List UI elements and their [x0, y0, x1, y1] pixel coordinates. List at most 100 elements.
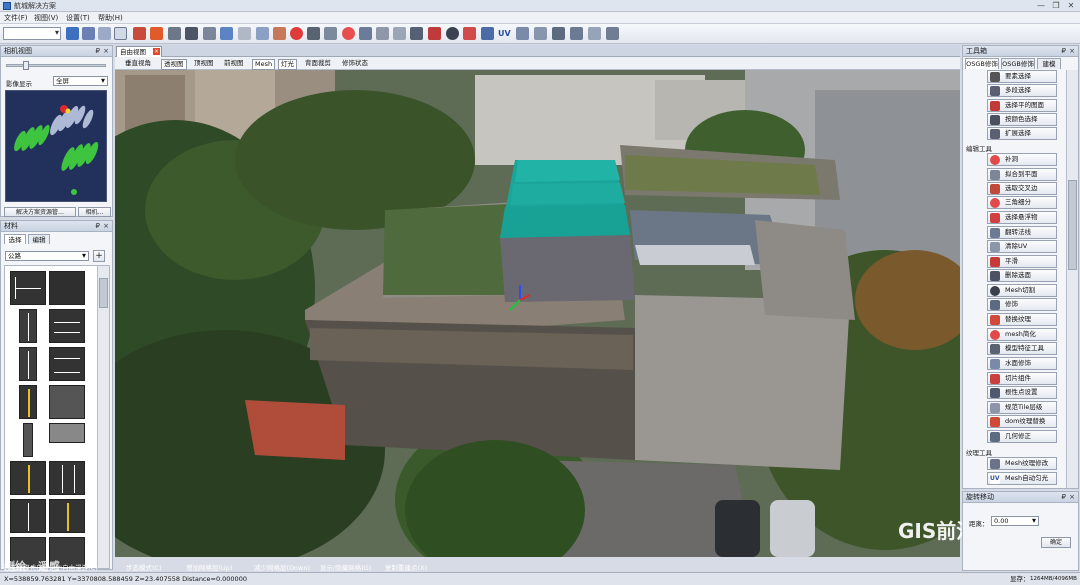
tab-free-view[interactable]: 自由视图 × [116, 46, 162, 57]
material-tile[interactable] [49, 309, 85, 343]
tab-vertical-view[interactable]: 垂直视角 [123, 59, 153, 68]
slider-thumb[interactable] [23, 61, 29, 70]
material-tile[interactable] [49, 347, 85, 381]
menu-help[interactable]: 帮助(H) [98, 13, 123, 23]
cursor-icon[interactable] [220, 27, 233, 40]
close-button[interactable]: ✕ [1064, 0, 1078, 12]
tool-water-repair[interactable]: 水面修饰 [987, 357, 1057, 370]
tab-mesh[interactable]: Mesh [252, 59, 276, 70]
distance-input[interactable]: 0.00 [991, 516, 1039, 526]
link-icon[interactable] [376, 27, 389, 40]
material-category-select[interactable]: 公路 [5, 251, 89, 261]
solution-explorer-tab[interactable]: 解决方案资源管… [4, 207, 76, 217]
document-icon[interactable] [588, 27, 601, 40]
tool-fit-plane[interactable]: 拟合到平面 [987, 168, 1057, 181]
tab-top-view[interactable]: 顶视图 [192, 59, 216, 68]
material-tile[interactable] [23, 423, 33, 457]
tab-repair-state[interactable]: 修饰状态 [340, 59, 370, 68]
target-icon[interactable] [290, 27, 303, 40]
ruler-icon[interactable] [410, 27, 423, 40]
tree-icon[interactable] [570, 27, 583, 40]
globe-icon[interactable] [516, 27, 529, 40]
burst-icon[interactable] [342, 27, 355, 40]
close-icon[interactable]: × [153, 48, 160, 55]
tool-polyline-select[interactable]: 多段选择 [987, 84, 1057, 97]
tool-mesh-auto-balance[interactable]: UV Mesh自动匀光 [987, 472, 1057, 485]
eraser-icon[interactable] [393, 27, 406, 40]
export-icon[interactable] [606, 27, 619, 40]
edit-tools-section[interactable]: 编辑工具 [966, 143, 992, 153]
scrollbar-thumb[interactable] [99, 278, 108, 308]
material-tile[interactable] [49, 423, 85, 443]
tool-select-cross-edge[interactable]: 选取交叉边 [987, 182, 1057, 195]
pin-icon[interactable]: ₽ [1062, 492, 1066, 503]
tab-perspective[interactable]: 透视图 [161, 59, 187, 70]
flag-icon[interactable] [463, 27, 476, 40]
material-scrollbar[interactable] [97, 266, 109, 568]
tool-geometry-fix[interactable]: 几何修正 [987, 430, 1057, 443]
tool-feature-select[interactable]: 要素选择 [987, 70, 1057, 83]
material-tile[interactable] [19, 309, 37, 343]
material-tile[interactable] [49, 499, 85, 533]
material-tile[interactable] [10, 499, 46, 533]
clock-icon[interactable] [446, 27, 459, 40]
s-tool-icon[interactable] [150, 27, 163, 40]
material-tile[interactable] [10, 271, 46, 305]
tool-delete-faces[interactable]: 删除选面 [987, 269, 1057, 282]
menu-file[interactable]: 文件(F) [4, 13, 28, 23]
shape-icon[interactable] [324, 27, 337, 40]
box-icon[interactable] [428, 27, 441, 40]
tool-repair[interactable]: 修饰 [987, 298, 1057, 311]
pen-icon[interactable] [256, 27, 269, 40]
diamond-icon[interactable] [133, 27, 146, 40]
tool-color-select[interactable]: 按颜色选择 [987, 113, 1057, 126]
3d-viewport[interactable] [115, 70, 960, 557]
layer-icon[interactable] [82, 27, 95, 40]
tool-tile-level[interactable]: 规范Tile层级 [987, 401, 1057, 414]
material-tile[interactable] [19, 385, 37, 419]
menu-settings[interactable]: 设置(T) [66, 13, 90, 23]
tool-mesh-cut[interactable]: Mesh切割 [987, 284, 1057, 297]
tool-flat-face-select[interactable]: 选择平的图面 [987, 99, 1057, 112]
tool-dom-texture[interactable]: dom纹理替换 [987, 415, 1057, 428]
tab-osgb-repair-2[interactable]: OSGB修饰 [1001, 58, 1035, 69]
decrease-grid-tab[interactable]: 减少网格层(Down) [254, 562, 310, 574]
material-tile[interactable] [49, 271, 85, 305]
material-tile[interactable] [49, 461, 85, 495]
tab-front-view[interactable]: 前视图 [222, 59, 246, 68]
pin-icon[interactable]: ₽ [96, 46, 100, 57]
frame-icon[interactable] [114, 27, 127, 40]
material-tile[interactable] [10, 461, 46, 495]
tool-flip-normals[interactable]: 翻转法线 [987, 226, 1057, 239]
person-icon[interactable] [552, 27, 565, 40]
copy-rebuild-tab[interactable]: 复制重建点(X) [385, 562, 427, 574]
toggle-grid-tab[interactable]: 显示/隐藏网格(G) [320, 562, 371, 574]
close-icon[interactable]: × [1069, 46, 1075, 57]
tool-triangle-subdivide[interactable]: 三角细分 [987, 196, 1057, 209]
grid-icon[interactable] [66, 27, 79, 40]
tab-modeling[interactable]: 建模 [1037, 58, 1061, 69]
wand-icon[interactable] [307, 27, 320, 40]
display-select[interactable]: 全屏 [53, 76, 108, 86]
menu-view[interactable]: 视图(V) [34, 13, 58, 23]
tool-mesh-simplify[interactable]: mesh简化 [987, 328, 1057, 341]
close-icon[interactable]: × [103, 46, 109, 57]
scrollbar-thumb[interactable] [1068, 180, 1077, 270]
tool-replace-texture[interactable]: 替换纹理 [987, 313, 1057, 326]
tool-slice-component[interactable]: 切片组件 [987, 372, 1057, 385]
cube-icon[interactable] [98, 27, 111, 40]
tool-model-features[interactable]: 模型特征工具 [987, 342, 1057, 355]
arrow-icon[interactable] [168, 27, 181, 40]
close-icon[interactable]: × [103, 221, 109, 232]
tab-lighting[interactable]: 灯光 [278, 59, 297, 70]
toolbox-scrollbar[interactable] [1066, 70, 1078, 488]
toolbar-combo[interactable] [3, 27, 61, 40]
camera-tab[interactable]: 相机… [78, 207, 111, 217]
maximize-button[interactable]: ❐ [1049, 0, 1063, 12]
zoom-slider[interactable] [6, 61, 106, 70]
close-icon[interactable]: × [1069, 492, 1075, 503]
tool-smooth[interactable]: 平滑 [987, 255, 1057, 268]
tool-mesh-texture-edit[interactable]: Mesh纹理修改 [987, 457, 1057, 470]
tool-select-floating[interactable]: 选择悬浮物 [987, 211, 1057, 224]
pin-icon[interactable]: ₽ [96, 221, 100, 232]
